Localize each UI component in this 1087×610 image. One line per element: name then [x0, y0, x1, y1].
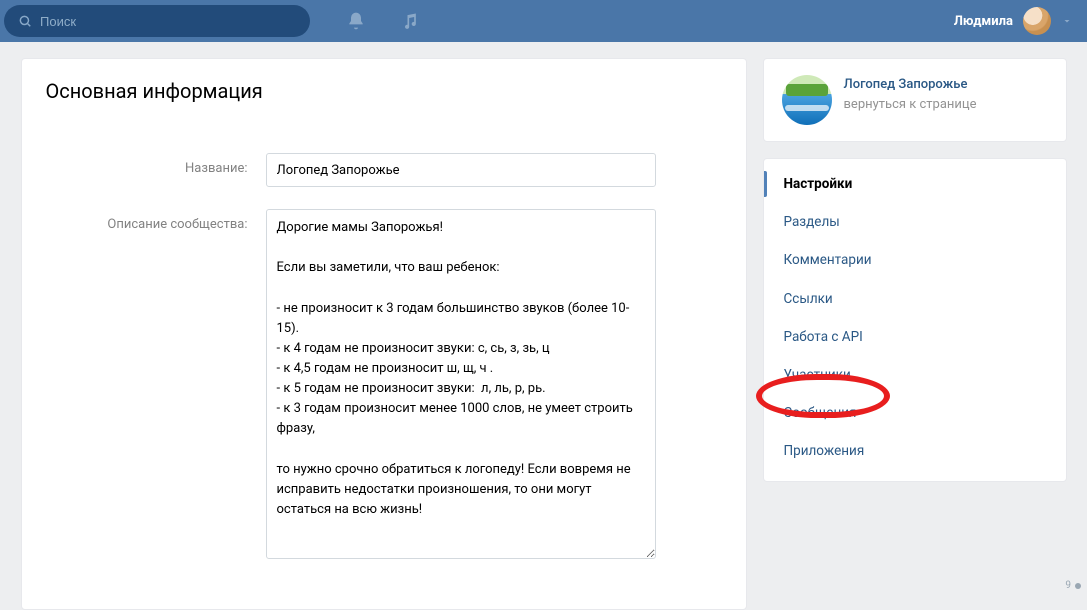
community-name-input[interactable] [266, 153, 656, 187]
user-name: Людмила [954, 14, 1013, 29]
avatar [1023, 7, 1051, 35]
control-description [266, 209, 722, 563]
search-input[interactable] [40, 14, 296, 29]
music-icon[interactable] [400, 11, 420, 31]
nav-label: Разделы [784, 214, 840, 230]
status-number: 9 [1065, 580, 1071, 591]
settings-nav-card: Настройки Разделы Комментарии Ссылки Раб… [763, 158, 1067, 482]
nav-messages[interactable]: Сообщения [764, 394, 1066, 432]
nav-label: Комментарии [784, 252, 872, 268]
label-name: Название: [46, 153, 266, 187]
main-panel: Основная информация Название: Описание с… [21, 58, 747, 610]
status-indicator: 9 [1065, 580, 1081, 591]
community-logo [782, 75, 832, 125]
nav-label: Приложения [784, 443, 865, 459]
nav-apps[interactable]: Приложения [764, 432, 1066, 470]
chevron-down-icon [1061, 15, 1073, 27]
nav-links[interactable]: Ссылки [764, 280, 1066, 318]
nav-sections[interactable]: Разделы [764, 203, 1066, 241]
sidebar: Логопед Запорожье вернуться к странице Н… [763, 58, 1067, 610]
search-icon [18, 14, 32, 28]
page-title: Основная информация [46, 79, 722, 103]
row-name: Название: [46, 153, 722, 187]
community-description-textarea[interactable] [266, 209, 656, 559]
status-dot-icon [1075, 583, 1081, 589]
search-box[interactable] [4, 5, 310, 37]
nav-comments[interactable]: Комментарии [764, 241, 1066, 279]
nav-label: Работа с API [784, 329, 863, 345]
community-info: Логопед Запорожье вернуться к странице [844, 75, 977, 114]
label-description: Описание сообщества: [46, 209, 266, 563]
notifications-icon[interactable] [346, 11, 366, 31]
nav-label: Настройки [784, 176, 853, 192]
control-name [266, 153, 722, 187]
header-icons [346, 11, 420, 31]
nav-api[interactable]: Работа с API [764, 318, 1066, 356]
community-back-link[interactable]: вернуться к странице [844, 96, 977, 114]
app-header: Людмила [0, 0, 1087, 42]
settings-nav: Настройки Разделы Комментарии Ссылки Раб… [764, 159, 1066, 481]
user-menu[interactable]: Людмила [954, 7, 1079, 35]
row-description: Описание сообщества: [46, 209, 722, 563]
nav-label: Ссылки [784, 291, 833, 307]
community-name: Логопед Запорожье [844, 77, 977, 94]
page-body: Основная информация Название: Описание с… [0, 42, 1087, 610]
nav-label: Сообщения [784, 405, 857, 421]
community-header[interactable]: Логопед Запорожье вернуться к странице [764, 59, 1066, 141]
nav-settings[interactable]: Настройки [764, 165, 1066, 203]
nav-members[interactable]: Участники [764, 356, 1066, 394]
community-card: Логопед Запорожье вернуться к странице [763, 58, 1067, 142]
nav-label: Участники [784, 367, 851, 383]
